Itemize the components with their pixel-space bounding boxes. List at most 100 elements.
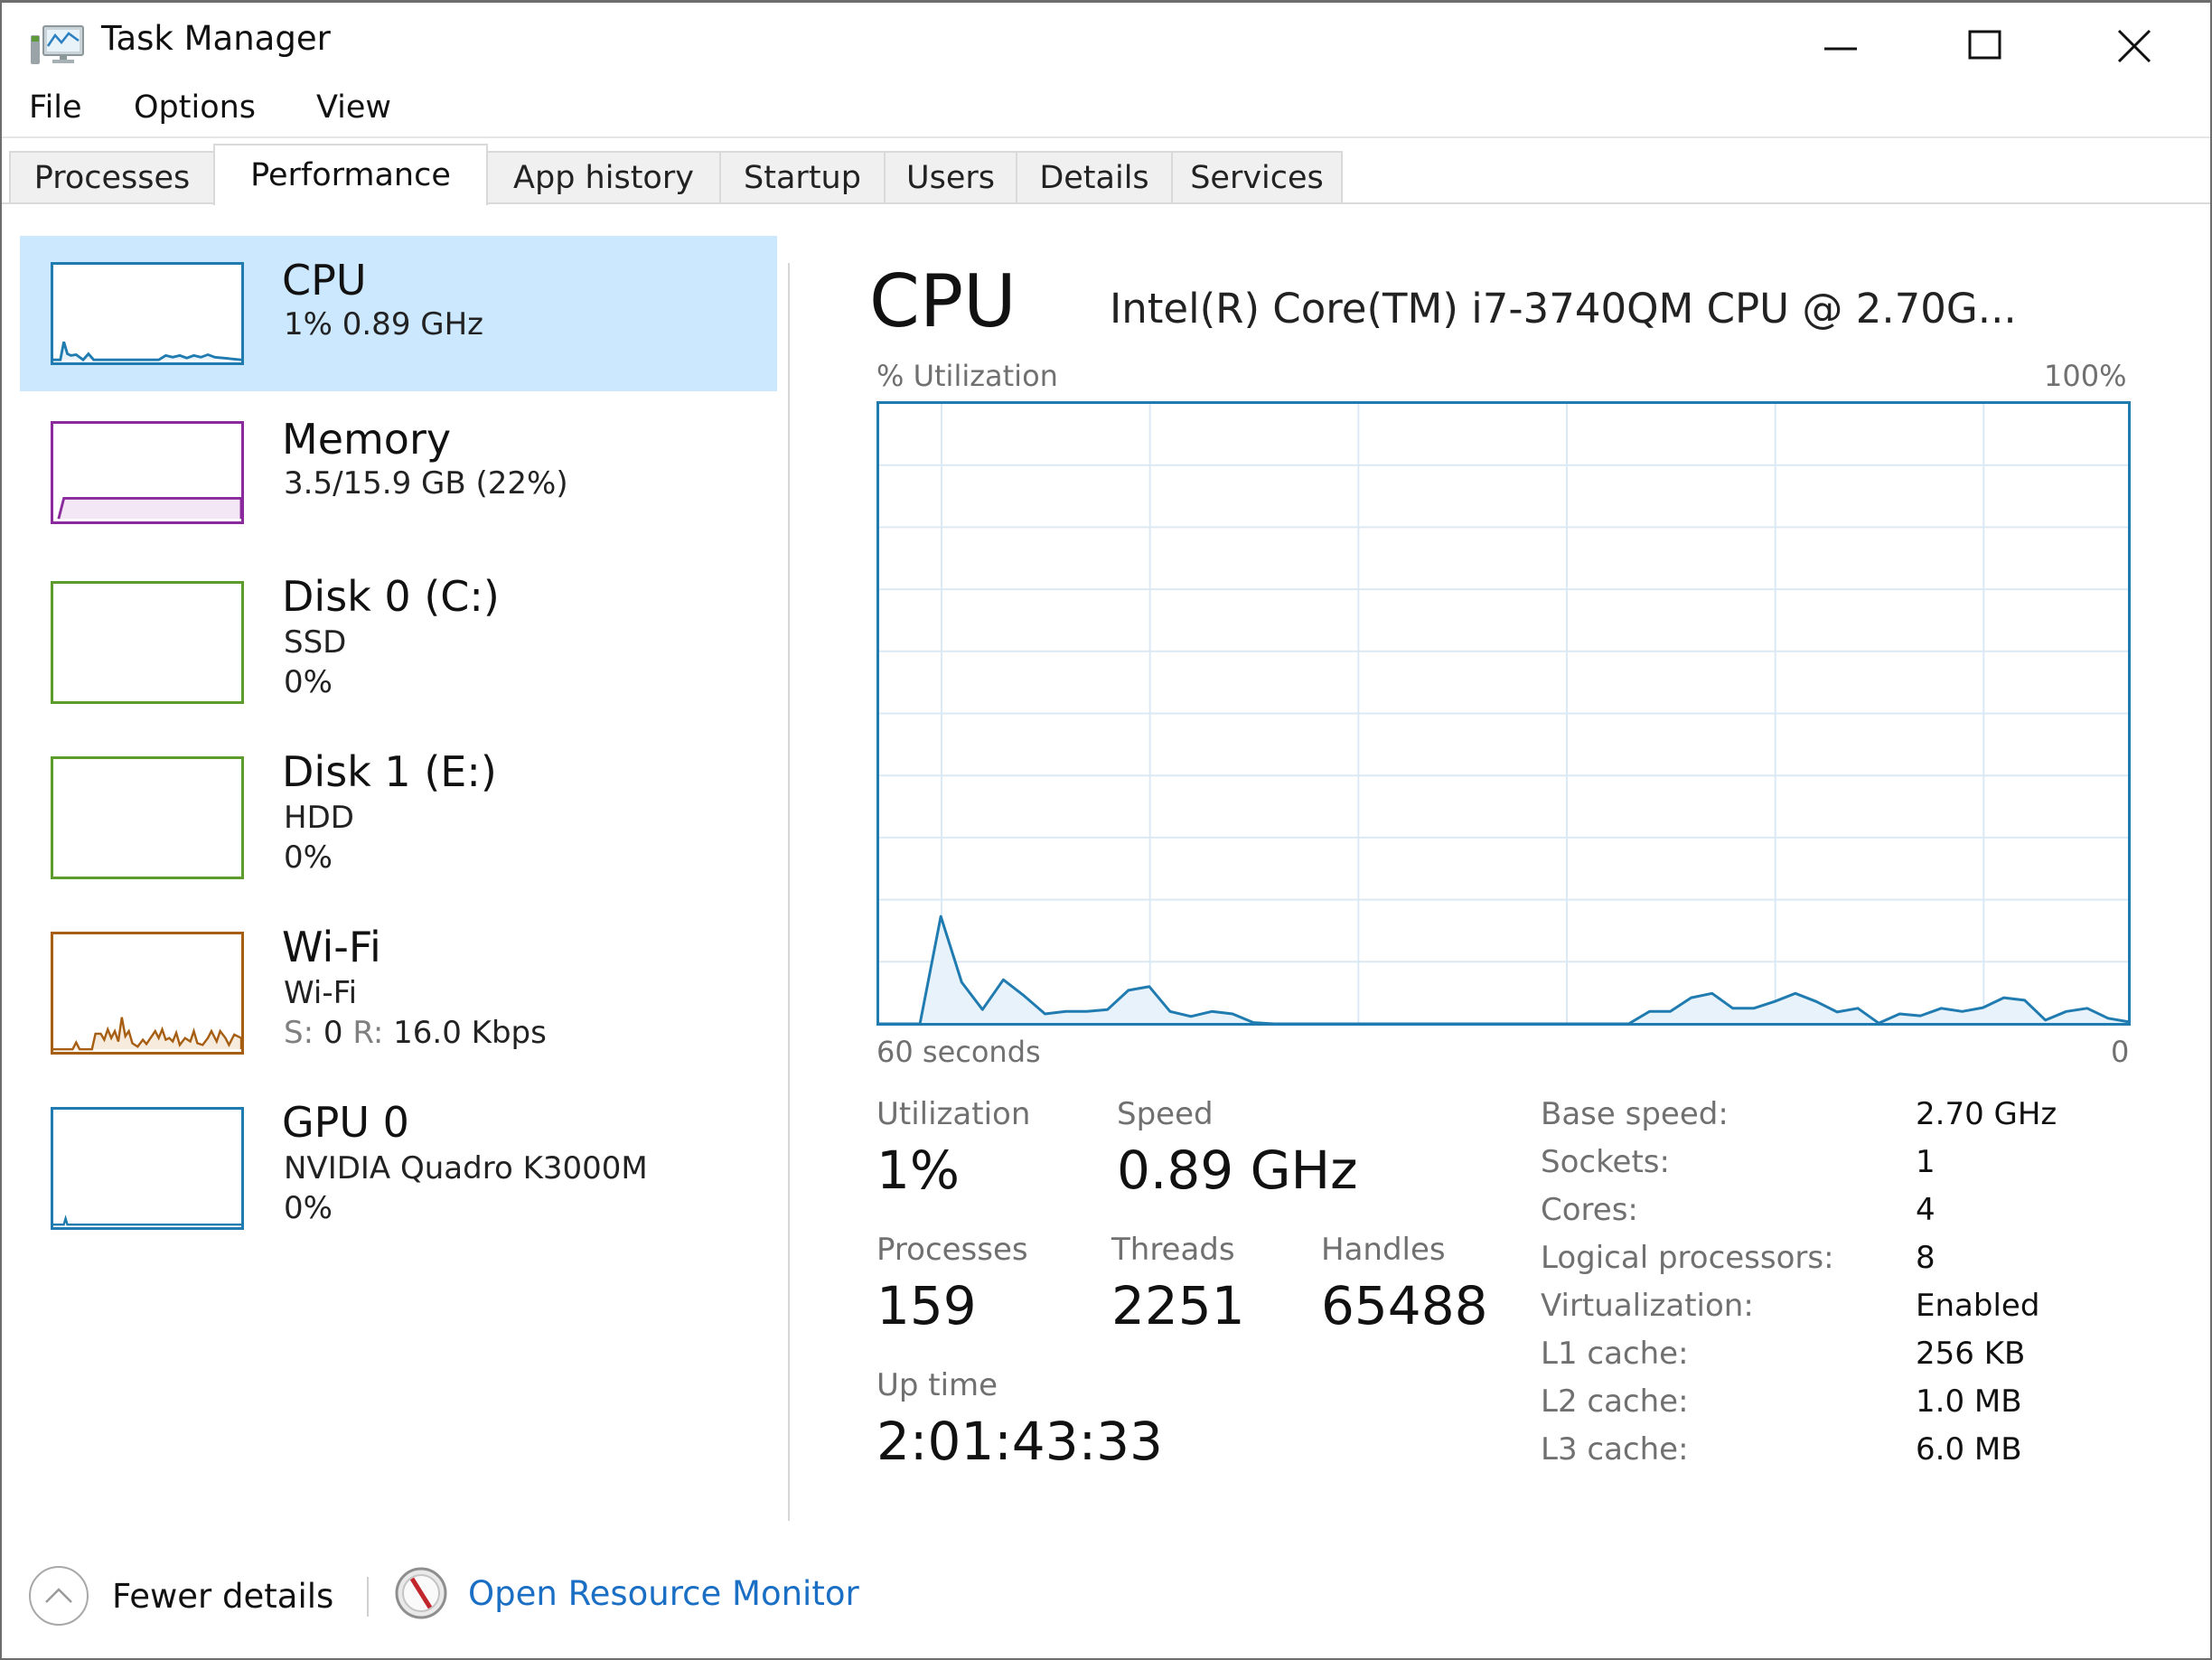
info-value: 4 [1916, 1192, 1936, 1228]
wifi-thumbnail-sparkline [53, 934, 241, 1052]
utilization-value: 1% [876, 1139, 960, 1201]
minimize-button[interactable] [1768, 10, 1913, 79]
sidebar-item-name: CPU [282, 256, 367, 305]
chart-x-right-label: 0 [2111, 1035, 2129, 1069]
handles-value: 65488 [1321, 1275, 1488, 1336]
handles-label: Handles [1321, 1232, 1446, 1268]
sidebar-divider[interactable] [788, 263, 790, 1521]
tab-users[interactable]: Users [884, 151, 1017, 203]
tab-processes[interactable]: Processes [9, 151, 215, 203]
info-value: 6.0 MB [1916, 1431, 2022, 1468]
tab-startup[interactable]: Startup [719, 151, 886, 203]
disk-0-thumbnail-graph [51, 581, 244, 704]
send-label: S: [284, 1015, 314, 1051]
sidebar-item-detail: SSD [284, 624, 346, 661]
info-value: Enabled [1916, 1288, 2039, 1324]
cpu-utilization-chart [876, 401, 2131, 1026]
footer: Fewer details Open Resource Monitor [2, 1539, 2210, 1647]
sidebar-item-usage: 0% [284, 664, 333, 700]
processes-value: 159 [876, 1275, 977, 1336]
fewer-details-label: Fewer details [112, 1577, 333, 1616]
info-label: Sockets: [1541, 1144, 1670, 1180]
task-manager-icon [29, 23, 87, 66]
tab-app-history[interactable]: App history [486, 151, 721, 203]
speed-value: 0.89 GHz [1117, 1139, 1358, 1201]
menu-options[interactable]: Options [134, 89, 256, 126]
uptime-label: Up time [876, 1367, 998, 1403]
sidebar-item-detail: HDD [284, 800, 354, 836]
sidebar-item-gpu-0[interactable]: GPU 0 NVIDIA Quadro K3000M 0% [20, 1080, 777, 1235]
gpu-0-thumbnail-sparkline [53, 1110, 241, 1227]
task-manager-window: Task Manager File Options View Processes… [0, 0, 2212, 1660]
sidebar-item-detail: 3.5/15.9 GB (22%) [284, 465, 568, 502]
sidebar-item-detail: NVIDIA Quadro K3000M [284, 1150, 648, 1186]
sidebar-item-memory[interactable]: Memory 3.5/15.9 GB (22%) [20, 395, 777, 550]
chevron-up-icon [29, 1566, 89, 1626]
minimize-icon [1823, 26, 1859, 62]
sidebar-item-detail: Wi-Fi [284, 975, 357, 1011]
tab-services[interactable]: Services [1171, 151, 1343, 203]
sidebar-item-disk-0[interactable]: Disk 0 (C:) SSD 0% [20, 554, 777, 709]
info-label: L3 cache: [1541, 1431, 1689, 1468]
sidebar-item-name: Disk 1 (E:) [282, 747, 497, 796]
page-title: CPU [869, 259, 1017, 343]
open-resource-monitor-label: Open Resource Monitor [468, 1574, 859, 1613]
sidebar-item-name: Memory [282, 415, 451, 464]
send-value: 0 [323, 1015, 343, 1051]
close-button[interactable] [2062, 10, 2207, 79]
sidebar-item-cpu[interactable]: CPU 1% 0.89 GHz [20, 236, 777, 391]
tab-bar: Processes Performance App history Startu… [2, 136, 2210, 205]
open-resource-monitor-link[interactable]: Open Resource Monitor [394, 1566, 859, 1620]
cpu-thumbnail-sparkline [53, 265, 241, 362]
menu-file[interactable]: File [29, 89, 82, 126]
fewer-details-button[interactable]: Fewer details [29, 1566, 333, 1626]
sidebar-item-disk-1[interactable]: Disk 1 (E:) HDD 0% [20, 729, 777, 885]
info-value: 1.0 MB [1916, 1383, 2022, 1420]
info-label: Logical processors: [1541, 1240, 1834, 1276]
sidebar-item-wifi[interactable]: Wi-Fi Wi-Fi S: 0 R: 16.0 Kbps [20, 905, 777, 1060]
sidebar-item-name: Wi-Fi [282, 923, 381, 971]
maximize-button[interactable] [1913, 10, 2057, 79]
chart-x-left-label: 60 seconds [876, 1035, 1041, 1069]
menu-view[interactable]: View [316, 89, 391, 126]
sidebar-item-name: GPU 0 [282, 1098, 409, 1147]
sidebar-item-usage: 0% [284, 1190, 333, 1226]
maximize-icon [1967, 26, 2003, 62]
wifi-thumbnail-graph [51, 932, 244, 1055]
sidebar-item-detail: 1% 0.89 GHz [284, 306, 483, 342]
receive-value: 16.0 Kbps [393, 1015, 547, 1051]
utilization-label: Utilization [876, 1096, 1030, 1132]
uptime-value: 2:01:43:33 [876, 1411, 1163, 1472]
chart-y-max-label: 100% [2044, 359, 2126, 393]
sidebar-item-usage: 0% [284, 839, 333, 876]
window-title: Task Manager [101, 19, 331, 58]
gpu-0-thumbnail-graph [51, 1107, 244, 1230]
info-value: 256 KB [1916, 1336, 2025, 1372]
resource-monitor-icon [394, 1566, 448, 1620]
receive-label: R: [352, 1015, 383, 1051]
info-label: Base speed: [1541, 1096, 1729, 1132]
info-value: 2.70 GHz [1916, 1096, 2057, 1132]
threads-label: Threads [1111, 1232, 1235, 1268]
title-bar: Task Manager [2, 3, 2210, 82]
memory-thumbnail-graph [51, 421, 244, 524]
info-label: Virtualization: [1541, 1288, 1754, 1324]
disk-1-thumbnail-graph [51, 756, 244, 879]
memory-thumbnail-sparkline [53, 424, 241, 521]
processes-label: Processes [876, 1232, 1028, 1268]
chart-y-axis-label: % Utilization [876, 359, 1058, 393]
info-value: 8 [1916, 1240, 1936, 1276]
tab-details[interactable]: Details [1016, 151, 1173, 203]
sidebar-item-throughput: S: 0 R: 16.0 Kbps [284, 1015, 547, 1051]
footer-separator [367, 1577, 369, 1617]
cpu-model-name: Intel(R) Core(TM) i7-3740QM CPU @ 2.70G.… [1110, 285, 2017, 333]
close-icon [2116, 26, 2152, 62]
threads-value: 2251 [1111, 1275, 1245, 1336]
info-value: 1 [1916, 1144, 1936, 1180]
info-label: L1 cache: [1541, 1336, 1689, 1372]
sidebar-item-name: Disk 0 (C:) [282, 572, 500, 621]
cpu-thumbnail-graph [51, 262, 244, 365]
tab-performance[interactable]: Performance [213, 144, 488, 205]
menu-bar: File Options View [2, 86, 2210, 136]
info-label: Cores: [1541, 1192, 1638, 1228]
